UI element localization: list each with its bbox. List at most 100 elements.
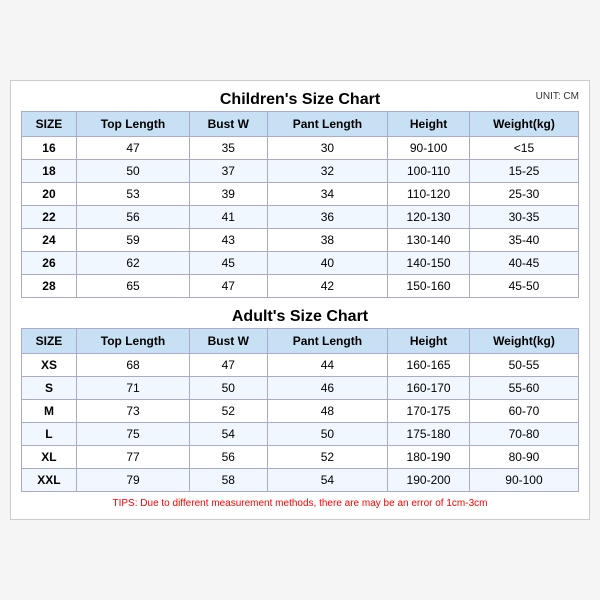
- table-cell: 65: [76, 275, 189, 298]
- table-cell: 170-175: [388, 400, 470, 423]
- table-row: S715046160-17055-60: [22, 377, 579, 400]
- table-cell: 25-30: [469, 183, 578, 206]
- table-cell: 50: [190, 377, 268, 400]
- table-cell: 40-45: [469, 252, 578, 275]
- table-cell: XXL: [22, 469, 77, 492]
- table-cell: 16: [22, 137, 77, 160]
- children-header-pant-length: Pant Length: [267, 112, 388, 137]
- children-title-text: Children's Size Chart: [220, 91, 380, 108]
- table-cell: 45-50: [469, 275, 578, 298]
- table-cell: 120-130: [388, 206, 470, 229]
- table-cell: 56: [76, 206, 189, 229]
- table-cell: 90-100: [469, 469, 578, 492]
- table-cell: 55-60: [469, 377, 578, 400]
- table-cell: 175-180: [388, 423, 470, 446]
- table-cell: 110-120: [388, 183, 470, 206]
- table-cell: 41: [190, 206, 268, 229]
- table-cell: XL: [22, 446, 77, 469]
- table-cell: 68: [76, 354, 189, 377]
- table-row: 1647353090-100<15: [22, 137, 579, 160]
- adult-header-top-length: Top Length: [76, 329, 189, 354]
- table-cell: 56: [190, 446, 268, 469]
- table-cell: 43: [190, 229, 268, 252]
- table-cell: 34: [267, 183, 388, 206]
- table-cell: 30-35: [469, 206, 578, 229]
- table-cell: 77: [76, 446, 189, 469]
- children-header-top-length: Top Length: [76, 112, 189, 137]
- table-cell: 42: [267, 275, 388, 298]
- table-cell: 48: [267, 400, 388, 423]
- table-row: XL775652180-19080-90: [22, 446, 579, 469]
- table-row: M735248170-17560-70: [22, 400, 579, 423]
- table-cell: 26: [22, 252, 77, 275]
- table-cell: 160-170: [388, 377, 470, 400]
- table-cell: 35-40: [469, 229, 578, 252]
- table-cell: 22: [22, 206, 77, 229]
- table-cell: 59: [76, 229, 189, 252]
- table-cell: XS: [22, 354, 77, 377]
- table-cell: 24: [22, 229, 77, 252]
- table-cell: 47: [190, 354, 268, 377]
- children-section-title: Children's Size Chart UNIT: CM: [21, 91, 579, 109]
- adult-header-bust-w: Bust W: [190, 329, 268, 354]
- adult-section-title: Adult's Size Chart: [21, 308, 579, 326]
- table-cell: 52: [190, 400, 268, 423]
- table-cell: 38: [267, 229, 388, 252]
- table-cell: 50: [267, 423, 388, 446]
- table-cell: 80-90: [469, 446, 578, 469]
- table-row: L755450175-18070-80: [22, 423, 579, 446]
- table-cell: 36: [267, 206, 388, 229]
- children-header-weight: Weight(kg): [469, 112, 578, 137]
- children-header-row: SIZE Top Length Bust W Pant Length Heigh…: [22, 112, 579, 137]
- children-header-height: Height: [388, 112, 470, 137]
- table-cell: 180-190: [388, 446, 470, 469]
- adult-header-weight: Weight(kg): [469, 329, 578, 354]
- table-cell: 75: [76, 423, 189, 446]
- table-row: XS684744160-16550-55: [22, 354, 579, 377]
- table-cell: 71: [76, 377, 189, 400]
- table-cell: 46: [267, 377, 388, 400]
- table-row: 18503732100-11015-25: [22, 160, 579, 183]
- children-header-size: SIZE: [22, 112, 77, 137]
- table-cell: 47: [190, 275, 268, 298]
- table-cell: 58: [190, 469, 268, 492]
- table-cell: 150-160: [388, 275, 470, 298]
- table-cell: S: [22, 377, 77, 400]
- table-row: 20533934110-12025-30: [22, 183, 579, 206]
- adult-size-table: SIZE Top Length Bust W Pant Length Heigh…: [21, 328, 579, 492]
- adult-header-row: SIZE Top Length Bust W Pant Length Heigh…: [22, 329, 579, 354]
- adult-title-text: Adult's Size Chart: [232, 308, 368, 325]
- table-cell: 70-80: [469, 423, 578, 446]
- adult-header-height: Height: [388, 329, 470, 354]
- table-row: 28654742150-16045-50: [22, 275, 579, 298]
- table-cell: 20: [22, 183, 77, 206]
- table-cell: <15: [469, 137, 578, 160]
- table-cell: 47: [76, 137, 189, 160]
- table-cell: 160-165: [388, 354, 470, 377]
- children-size-table: SIZE Top Length Bust W Pant Length Heigh…: [21, 111, 579, 298]
- table-cell: 44: [267, 354, 388, 377]
- table-row: 26624540140-15040-45: [22, 252, 579, 275]
- table-row: XXL795854190-20090-100: [22, 469, 579, 492]
- adult-header-pant-length: Pant Length: [267, 329, 388, 354]
- tips-text: TIPS: Due to different measurement metho…: [21, 498, 579, 509]
- table-cell: 32: [267, 160, 388, 183]
- unit-label: UNIT: CM: [536, 91, 579, 102]
- table-cell: 79: [76, 469, 189, 492]
- table-cell: 100-110: [388, 160, 470, 183]
- table-cell: 54: [190, 423, 268, 446]
- children-header-bust-w: Bust W: [190, 112, 268, 137]
- table-cell: 37: [190, 160, 268, 183]
- table-cell: 140-150: [388, 252, 470, 275]
- table-cell: 73: [76, 400, 189, 423]
- table-cell: 18: [22, 160, 77, 183]
- table-cell: 45: [190, 252, 268, 275]
- table-cell: 130-140: [388, 229, 470, 252]
- chart-container: Children's Size Chart UNIT: CM SIZE Top …: [10, 80, 590, 520]
- table-row: 24594338130-14035-40: [22, 229, 579, 252]
- table-cell: 54: [267, 469, 388, 492]
- table-cell: 39: [190, 183, 268, 206]
- adult-header-size: SIZE: [22, 329, 77, 354]
- table-cell: 35: [190, 137, 268, 160]
- table-row: 22564136120-13030-35: [22, 206, 579, 229]
